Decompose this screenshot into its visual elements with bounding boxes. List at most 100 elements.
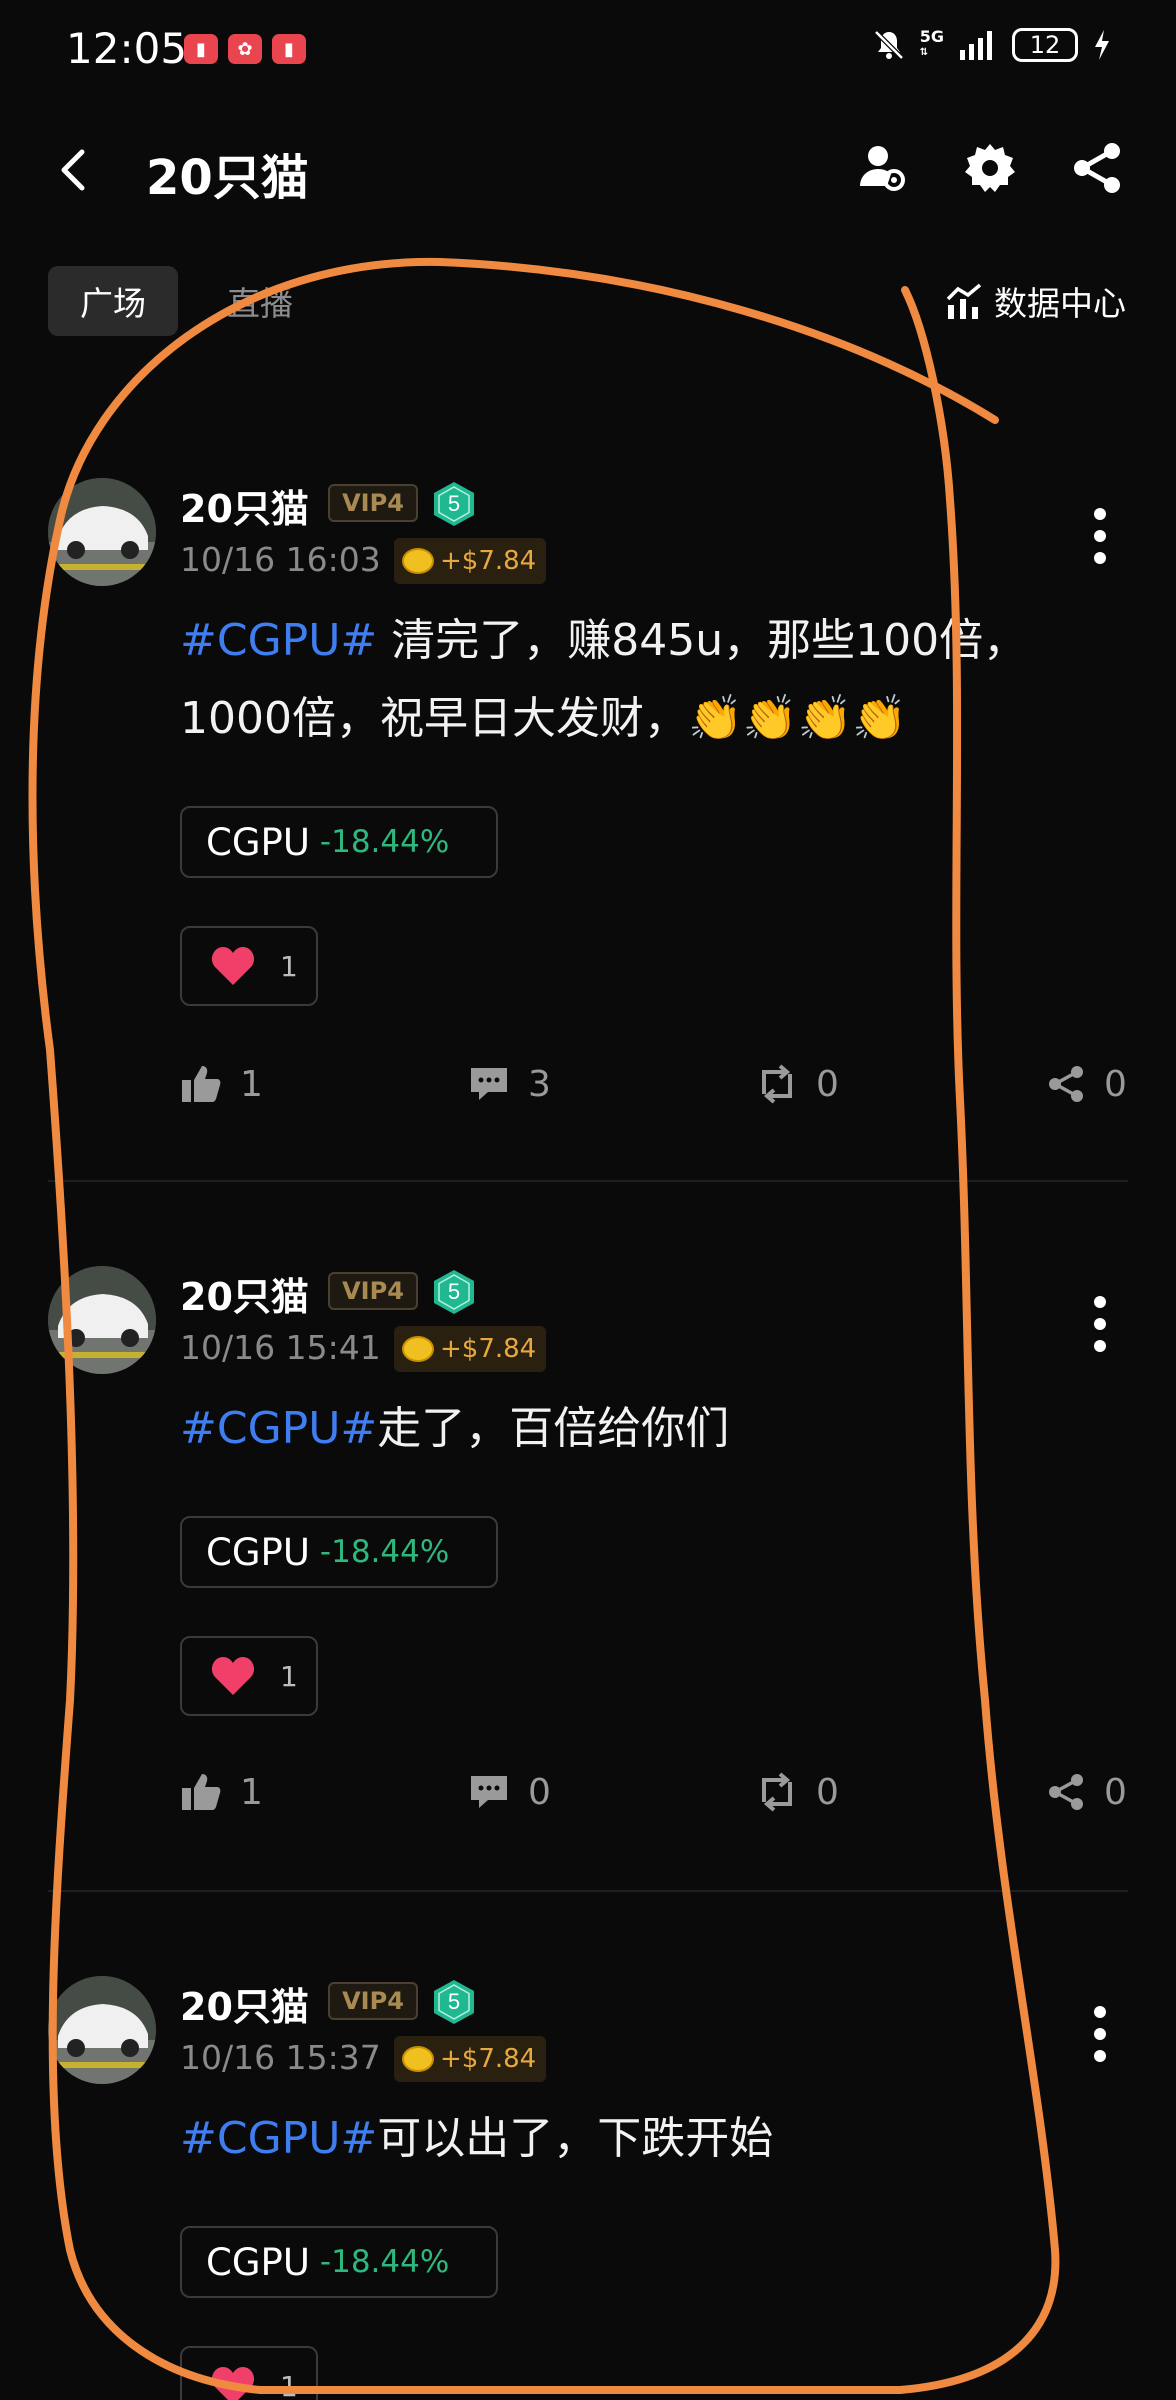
username[interactable]: 20只猫 xyxy=(180,478,309,533)
stock-change: -18.44% xyxy=(319,2244,450,2280)
hand-drawn-annotation xyxy=(28,257,1060,2394)
post-hashtag[interactable]: #CGPU# xyxy=(180,615,377,666)
stock-name: CGPU xyxy=(206,820,310,864)
vip-badge: VIP4 xyxy=(328,1982,418,2020)
like-count: 1 xyxy=(240,1063,263,1105)
like-button[interactable]: 1 xyxy=(180,1054,263,1114)
coin-icon xyxy=(402,548,434,574)
data-center-label: 数据中心 xyxy=(994,284,1126,323)
reward-badge: +$7.84 xyxy=(394,1326,547,1372)
heart-icon xyxy=(211,1657,255,1695)
post-body: 走了，百倍给你们 xyxy=(377,1403,730,1454)
comment-icon xyxy=(471,1068,507,1100)
coin-icon xyxy=(402,1336,434,1362)
thumbs-up-icon xyxy=(182,1774,221,1810)
stock-tag[interactable]: CGPU -18.44% xyxy=(180,2226,498,2298)
repost-count: 0 xyxy=(816,1063,839,1105)
tab-square[interactable]: 广场 xyxy=(48,266,178,336)
repost-count: 0 xyxy=(816,1771,839,1813)
mute-icon xyxy=(873,30,904,60)
level-badge: 5 xyxy=(434,1980,474,2024)
reaction-count: 1 xyxy=(280,2369,298,2400)
more-options-button[interactable] xyxy=(1090,2006,1110,2062)
post-hashtag[interactable]: #CGPU# xyxy=(180,1403,377,1454)
heart-reaction-button[interactable]: 1 xyxy=(180,2346,318,2400)
tab-live[interactable]: 直播 xyxy=(210,266,310,336)
comment-button[interactable]: 3 xyxy=(468,1054,551,1114)
post-timestamp: 10/16 15:37 xyxy=(180,2038,381,2077)
repost-icon xyxy=(762,1064,792,1104)
avatar-image xyxy=(48,1976,156,2084)
post-hashtag[interactable]: #CGPU# xyxy=(180,2113,377,2164)
post-content[interactable]: #CGPU#走了，百倍给你们 xyxy=(180,1390,1080,1468)
book-app-icon: ▮ xyxy=(272,34,306,64)
comment-icon xyxy=(471,1776,507,1808)
repost-button[interactable]: 0 xyxy=(756,1762,839,1822)
stock-tag[interactable]: CGPU -18.44% xyxy=(180,1516,498,1588)
heart-reaction-button[interactable]: 1 xyxy=(180,926,318,1006)
share-icon xyxy=(1049,1774,1083,1810)
heart-icon xyxy=(211,947,255,985)
vip-badge: VIP4 xyxy=(328,484,418,522)
heart-reaction-button[interactable]: 1 xyxy=(180,1636,318,1716)
post-content[interactable]: #CGPU# 清完了，赚845u，那些100倍，1000倍，祝早日大发财，👏👏👏… xyxy=(180,602,1080,758)
share-icon[interactable] xyxy=(1068,138,1128,198)
app-header: 20只猫 xyxy=(0,120,1176,220)
like-count: 1 xyxy=(240,1771,263,1813)
avatar-image xyxy=(48,478,156,586)
feed-tabs: 广场 直播 数据中心 xyxy=(0,262,1176,342)
level-number: 5 xyxy=(448,1279,460,1304)
reward-badge: +$7.84 xyxy=(394,538,547,584)
heart-icon xyxy=(212,2367,254,2400)
post-body: 可以出了，下跌开始 xyxy=(377,2113,774,2164)
battery-indicator: 12 xyxy=(1012,28,1078,62)
user-manage-icon[interactable] xyxy=(852,138,912,198)
gear-icon[interactable] xyxy=(960,138,1020,198)
back-arrow-icon[interactable] xyxy=(50,142,100,198)
status-bar: 12:05 ▮ ✿ ▮ 5G ⇅ 12 xyxy=(0,0,1176,100)
repost-button[interactable]: 0 xyxy=(756,1054,839,1114)
more-options-button[interactable] xyxy=(1090,508,1110,564)
share-count: 0 xyxy=(1104,1063,1127,1105)
stock-tag[interactable]: CGPU -18.44% xyxy=(180,806,498,878)
post-divider xyxy=(48,1890,1128,1892)
reward-amount: +$7.84 xyxy=(440,2044,537,2074)
coin-icon xyxy=(402,2046,434,2072)
username[interactable]: 20只猫 xyxy=(180,1976,309,2031)
stock-change: -18.44% xyxy=(319,824,450,860)
post-actions: 1 0 0 0 xyxy=(0,1762,1176,1822)
share-count: 0 xyxy=(1104,1771,1127,1813)
page-title: 20只猫 xyxy=(146,150,309,206)
status-indicators: 5G ⇅ 12 xyxy=(872,28,1112,62)
post-timestamp: 10/16 15:41 xyxy=(180,1328,381,1367)
status-app-icons: ▮ ✿ ▮ xyxy=(184,34,306,64)
level-number: 5 xyxy=(448,1989,460,2014)
signal-icon xyxy=(960,31,992,60)
avatar[interactable] xyxy=(48,1976,156,2084)
reward-amount: +$7.84 xyxy=(440,546,537,576)
comment-button[interactable]: 0 xyxy=(468,1762,551,1822)
level-number: 5 xyxy=(448,491,460,516)
share-post-button[interactable]: 0 xyxy=(1046,1054,1127,1114)
more-options-button[interactable] xyxy=(1090,1296,1110,1352)
like-button[interactable]: 1 xyxy=(180,1762,263,1822)
book-app-icon: ▮ xyxy=(184,34,218,64)
reaction-count: 1 xyxy=(280,1659,298,1693)
post-content[interactable]: #CGPU#可以出了，下跌开始 xyxy=(180,2100,1080,2178)
stock-name: CGPU xyxy=(206,1530,310,1574)
data-center-button[interactable]: 数据中心 xyxy=(944,266,1126,336)
avatar-image xyxy=(48,1266,156,1374)
level-badge: 5 xyxy=(434,1270,474,1314)
username[interactable]: 20只猫 xyxy=(180,1266,309,1321)
share-icon xyxy=(1049,1066,1083,1102)
avatar[interactable] xyxy=(48,478,156,586)
post-actions: 1 3 0 0 xyxy=(0,1054,1176,1114)
vip-badge: VIP4 xyxy=(328,1272,418,1310)
charging-icon xyxy=(1095,30,1109,60)
share-post-button[interactable]: 0 xyxy=(1046,1762,1127,1822)
avatar[interactable] xyxy=(48,1266,156,1374)
network-label: 5G ⇅ xyxy=(919,27,944,59)
chart-icon xyxy=(946,283,982,319)
huawei-app-icon: ✿ xyxy=(228,34,262,64)
post-timestamp: 10/16 16:03 xyxy=(180,540,381,579)
